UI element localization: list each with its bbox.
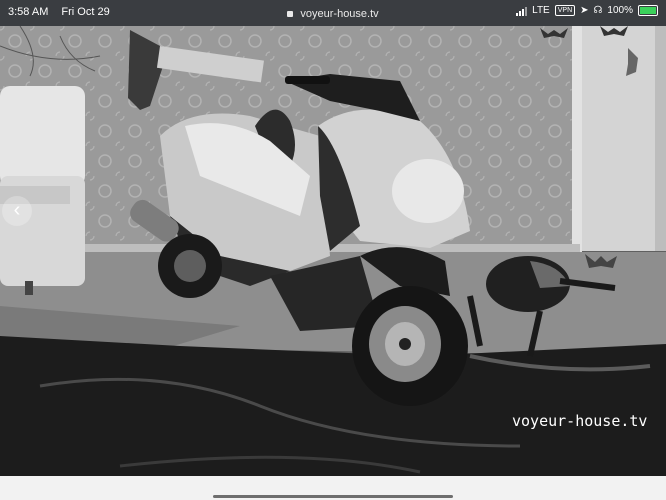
plastic-sheet	[0, 336, 666, 476]
address-url: voyeur-house.tv	[300, 8, 379, 20]
armchair-back	[0, 86, 85, 186]
home-indicator[interactable]	[213, 495, 453, 498]
battery-percent: 100%	[607, 5, 633, 16]
location-arrow-icon: ➤	[580, 5, 589, 16]
video-player[interactable]: ‹ voyeur-house.tv	[0, 26, 666, 476]
chevron-left-icon[interactable]: ‹	[2, 196, 32, 226]
right-wall	[580, 26, 666, 251]
signal-bars-icon	[516, 6, 528, 16]
door-frame	[572, 26, 582, 256]
headphones-icon: ☊	[593, 5, 603, 16]
door-frame-right	[655, 26, 666, 251]
status-bar: 3:58 AM Fri Oct 29 voyeur-house.tv LTE V…	[0, 0, 666, 26]
battery-charging-icon	[638, 5, 658, 16]
vpn-badge: VPN	[554, 5, 576, 16]
video-frame	[0, 26, 666, 476]
lock-icon	[287, 11, 294, 18]
status-right: LTE VPN ➤ ☊ 100%	[516, 5, 658, 16]
network-label: LTE	[532, 5, 550, 16]
video-watermark: voyeur-house.tv	[512, 412, 648, 430]
